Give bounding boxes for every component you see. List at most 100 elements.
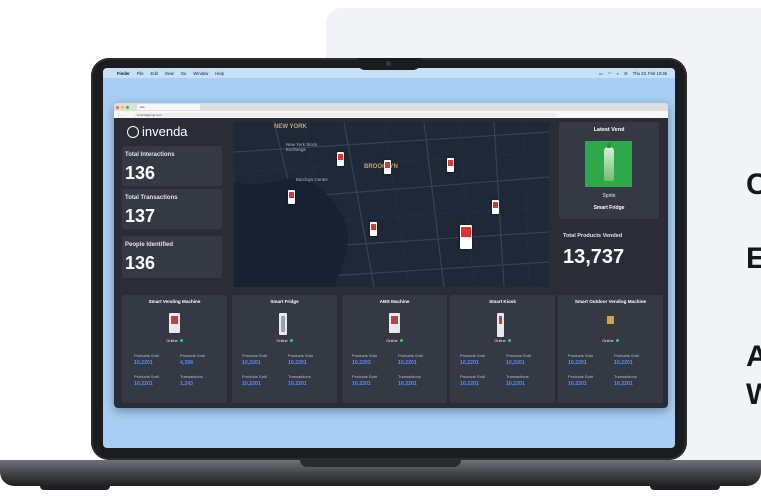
stat-label: People Identified bbox=[125, 242, 174, 248]
menubar-datetime[interactable]: Thu 23. Feb 10:46 bbox=[633, 71, 667, 76]
machine-card[interactable]: Smart Fridge Online Products Sold 10,220… bbox=[232, 295, 337, 403]
close-window-icon[interactable] bbox=[116, 105, 119, 109]
total-products-value: 13,737 bbox=[563, 246, 625, 268]
metric-label: Products Sold bbox=[352, 374, 377, 379]
stat-value: 137 bbox=[125, 206, 156, 226]
machine-status: Online bbox=[558, 338, 663, 343]
machine-pin[interactable] bbox=[492, 200, 499, 214]
machine-name: Smart Vending Machine bbox=[148, 299, 201, 304]
browser-tabbar: site bbox=[114, 103, 668, 111]
laptop-opening-lip bbox=[300, 460, 461, 467]
machine-name: Smart Kiosk bbox=[489, 299, 516, 304]
map-streets bbox=[234, 122, 549, 287]
machine-map[interactable]: NEW YORK New York Stock Exchange Barclay… bbox=[234, 122, 549, 287]
menu-finder[interactable]: Finder bbox=[117, 71, 130, 76]
address-bar[interactable]: invendagroup.com bbox=[134, 112, 557, 117]
side-heading-letter-4: W bbox=[746, 378, 761, 411]
metric-label: Products Sold bbox=[134, 353, 159, 358]
metric-label: Products Sold bbox=[614, 353, 639, 358]
wifi-icon[interactable]: ◠ bbox=[608, 71, 612, 76]
side-heading-letter-3: A bbox=[746, 340, 761, 373]
metric-label: Products Sold bbox=[460, 353, 485, 358]
metric-value: 10,2201 bbox=[460, 381, 479, 387]
stat-card-transactions: Total Transactions 137 bbox=[122, 189, 222, 229]
metric-value: 10,2201 bbox=[460, 360, 479, 366]
menu-view[interactable]: View bbox=[165, 71, 174, 76]
machine-pin[interactable] bbox=[288, 190, 295, 204]
forward-icon[interactable]: › bbox=[121, 113, 122, 117]
machine-pin[interactable] bbox=[447, 158, 454, 172]
online-dot-icon bbox=[615, 339, 619, 343]
machine-status: Online bbox=[450, 338, 555, 343]
map-label-stock-exchange: New York Stock Exchange bbox=[286, 142, 318, 152]
menu-file[interactable]: File bbox=[137, 71, 144, 76]
metric-value: 10,2201 bbox=[134, 360, 153, 366]
machine-pin[interactable] bbox=[384, 160, 391, 174]
menu-go[interactable]: Go bbox=[181, 71, 187, 76]
machine-status: Online bbox=[122, 338, 227, 343]
outdoor-machine-icon bbox=[605, 313, 616, 333]
search-icon[interactable]: ⌕ bbox=[617, 71, 619, 76]
map-label-new-york: NEW YORK bbox=[274, 124, 307, 130]
metric-label: Products Sold bbox=[242, 353, 267, 358]
machine-pin[interactable] bbox=[337, 152, 344, 166]
metric-label: Products Sold bbox=[134, 374, 159, 379]
machine-card[interactable]: Smart Vending Machine Online Products So… bbox=[122, 295, 227, 403]
map-label-brooklyn: BROOKLYN bbox=[364, 164, 398, 170]
latest-vend-title: Latest Vend bbox=[593, 127, 625, 133]
latest-vend-product: Sprite bbox=[602, 193, 616, 199]
metric-value: 10,2201 bbox=[568, 381, 587, 387]
machine-pin[interactable] bbox=[460, 225, 472, 249]
metric-value: 10,2201 bbox=[288, 360, 307, 366]
menu-help[interactable]: Help bbox=[215, 71, 224, 76]
back-icon[interactable]: ‹ bbox=[118, 113, 119, 117]
stat-value: 136 bbox=[125, 163, 156, 183]
minimize-window-icon[interactable] bbox=[121, 105, 124, 109]
metric-value: 10,2201 bbox=[398, 381, 417, 387]
metric-label: Transactions bbox=[398, 374, 421, 379]
browser-window: site ‹ › invendagroup.com invenda Total … bbox=[114, 103, 668, 408]
metric-label: Products Sold bbox=[398, 353, 423, 358]
machine-name: Smart Outdoor Vending Machine bbox=[574, 299, 647, 304]
machine-card[interactable]: AMS Machine Online Products Sold 10,2203… bbox=[342, 295, 447, 403]
metric-value: 10,2201 bbox=[398, 360, 417, 366]
online-dot-icon bbox=[179, 339, 183, 343]
battery-icon[interactable]: ▭ bbox=[599, 71, 603, 76]
metric-value: 10,2201 bbox=[568, 360, 587, 366]
machine-pin[interactable] bbox=[370, 222, 377, 236]
metric-value: 10,2201 bbox=[506, 360, 525, 366]
machine-card[interactable]: Smart Outdoor Vending Machine Online Pro… bbox=[558, 295, 663, 403]
camera-icon bbox=[386, 61, 391, 66]
menu-edit[interactable]: Edit bbox=[151, 71, 158, 76]
browser-tab[interactable]: site bbox=[137, 104, 200, 110]
machine-status: Online bbox=[232, 338, 337, 343]
online-dot-icon bbox=[289, 339, 293, 343]
latest-vend-card: Latest Vend Sprite Smart Fridge bbox=[559, 122, 659, 219]
metric-label: Products Sold bbox=[180, 353, 205, 358]
maximize-window-icon[interactable] bbox=[126, 105, 129, 109]
menubar-status: ▭ ◠ ⌕ ☰ Thu 23. Feb 10:46 bbox=[599, 71, 667, 76]
metric-value: 10,2201 bbox=[242, 360, 261, 366]
online-dot-icon bbox=[507, 339, 511, 343]
machine-card[interactable]: Smart Kiosk Online Products Sold 10,2201… bbox=[450, 295, 555, 403]
stat-label: Total Interactions bbox=[125, 152, 175, 158]
menu-window[interactable]: Window bbox=[193, 71, 208, 76]
side-heading-letter-1: C bbox=[746, 168, 761, 201]
metric-value: 10,2201 bbox=[506, 381, 525, 387]
metric-label: Transactions bbox=[614, 374, 637, 379]
metric-value: 10,2201 bbox=[614, 360, 633, 366]
metric-label: Products Sold bbox=[242, 374, 267, 379]
metric-label: Products Sold bbox=[460, 374, 485, 379]
metric-label: Products Sold bbox=[506, 353, 531, 358]
metric-value: 4,398 bbox=[180, 360, 193, 366]
metric-value: 10,2201 bbox=[352, 381, 371, 387]
control-center-icon[interactable]: ☰ bbox=[624, 71, 628, 76]
kiosk-icon bbox=[497, 313, 504, 337]
stat-label: Total Transactions bbox=[125, 195, 178, 201]
sprite-bottle-icon bbox=[603, 143, 614, 181]
stat-card-interactions: Total Interactions 136 bbox=[122, 146, 222, 186]
total-products-label: Total Products Vended bbox=[563, 233, 623, 239]
product-image bbox=[585, 141, 632, 187]
metric-value: 10,2201 bbox=[614, 381, 633, 387]
stat-value: 136 bbox=[125, 253, 156, 273]
